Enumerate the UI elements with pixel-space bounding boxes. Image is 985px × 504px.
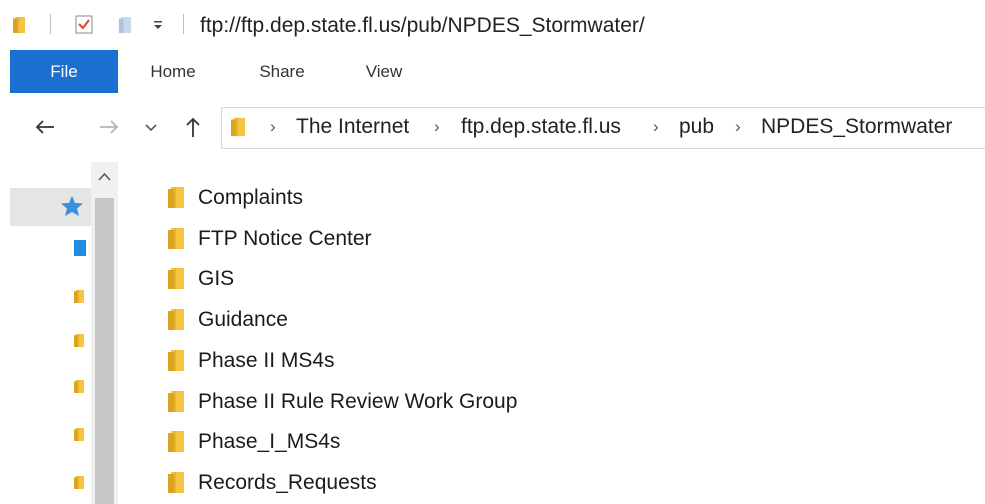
tab-share[interactable]: Share (246, 50, 318, 93)
new-folder-icon[interactable] (118, 17, 132, 33)
chevron-right-icon[interactable]: › (434, 117, 440, 137)
list-item[interactable]: Phase_I_MS4s (160, 423, 860, 461)
folder-icon (168, 187, 184, 208)
folder-icon[interactable] (74, 474, 84, 491)
separator (50, 14, 51, 34)
list-item[interactable]: FTP Notice Center (160, 220, 860, 258)
folder-name: Records_Requests (198, 471, 377, 494)
breadcrumb-pub[interactable]: pub (679, 115, 714, 139)
folder-icon[interactable] (74, 332, 84, 349)
folder-name: Complaints (198, 186, 304, 209)
tab-home[interactable]: Home (137, 50, 209, 93)
navigation-pane (0, 162, 120, 504)
list-item[interactable]: Guidance (160, 301, 860, 339)
folder-name: Phase II MS4s (198, 349, 335, 372)
forward-arrow-icon[interactable] (96, 114, 122, 140)
folder-icon[interactable] (74, 426, 84, 443)
recent-locations-chevron-icon[interactable] (143, 114, 159, 140)
ribbon-tabs: File Home Share View (0, 50, 985, 93)
chevron-right-icon[interactable]: › (270, 117, 276, 137)
tab-view[interactable]: View (348, 50, 420, 93)
title-bar: ftp://ftp.dep.state.fl.us/pub/NPDES_Stor… (0, 0, 985, 50)
folder-icon (168, 472, 184, 493)
back-arrow-icon[interactable] (32, 114, 58, 140)
chevron-right-icon[interactable]: › (653, 117, 659, 137)
folder-icon[interactable] (74, 288, 84, 305)
folder-icon[interactable] (12, 17, 26, 33)
up-arrow-icon[interactable] (180, 114, 206, 140)
breadcrumb-npdes-stormwater[interactable]: NPDES_Stormwater (761, 115, 952, 139)
address-row: › The Internet › ftp.dep.state.fl.us › p… (0, 96, 985, 162)
separator (183, 14, 184, 34)
folder-name: Phase_I_MS4s (198, 430, 341, 453)
folder-name: FTP Notice Center (198, 227, 372, 250)
folder-icon (168, 309, 184, 330)
folder-icon (168, 391, 184, 412)
tab-file[interactable]: File (10, 50, 118, 93)
address-bar[interactable]: › The Internet › ftp.dep.state.fl.us › p… (221, 107, 985, 149)
breadcrumb-the-internet[interactable]: The Internet (296, 115, 409, 139)
folder-name: GIS (198, 267, 235, 290)
folder-icon[interactable] (74, 378, 84, 395)
folder-name: Phase II Rule Review Work Group (198, 390, 518, 413)
folder-icon (168, 268, 184, 289)
nav-scrollbar[interactable] (91, 162, 118, 504)
list-item[interactable]: Complaints (160, 179, 860, 217)
desktop-icon[interactable] (74, 240, 86, 256)
scroll-up-chevron-icon[interactable] (91, 166, 118, 188)
list-item[interactable]: Records_Requests (160, 464, 860, 502)
folder-icon (168, 350, 184, 371)
list-item[interactable]: Phase II Rule Review Work Group (160, 383, 860, 421)
window-title: ftp://ftp.dep.state.fl.us/pub/NPDES_Stor… (200, 14, 645, 37)
customize-quick-access-icon[interactable] (152, 19, 164, 31)
folder-name: Guidance (198, 308, 288, 331)
list-item[interactable]: Phase II MS4s (160, 342, 860, 380)
star-icon (61, 196, 83, 216)
folder-icon (168, 431, 184, 452)
scrollbar-thumb[interactable] (95, 198, 114, 504)
properties-icon[interactable] (75, 15, 93, 34)
chevron-right-icon[interactable]: › (735, 117, 741, 137)
folder-icon (168, 228, 184, 249)
folder-icon (231, 117, 245, 137)
breadcrumb-ftp-host[interactable]: ftp.dep.state.fl.us (461, 115, 621, 139)
file-list: Complaints FTP Notice Center GIS Guidanc… (120, 162, 985, 504)
list-item[interactable]: GIS (160, 260, 860, 298)
